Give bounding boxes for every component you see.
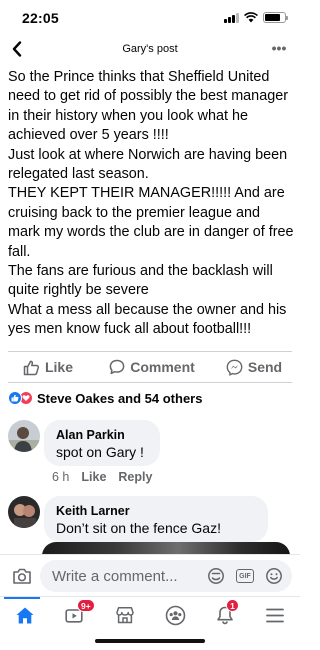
bottom-tab-bar: 9+ 1 xyxy=(0,596,300,650)
send-label: Send xyxy=(247,359,283,375)
comment-bubble: Keith Larner Don’t sit on the fence Gaz! xyxy=(44,496,268,542)
comment-button[interactable]: Comment xyxy=(96,352,208,382)
like-reaction-icon xyxy=(8,391,22,405)
more-options-icon[interactable]: ••• xyxy=(268,40,290,58)
comment-label: Comment xyxy=(130,359,195,375)
home-icon xyxy=(16,607,34,623)
groups-icon xyxy=(165,605,185,625)
avatar[interactable] xyxy=(8,496,40,528)
tab-home[interactable] xyxy=(0,597,50,633)
comment-icon xyxy=(109,359,125,375)
post-paragraph: What a mess all because the owner and hi… xyxy=(8,301,287,338)
like-button[interactable]: Like xyxy=(0,352,96,382)
comment-meta: 6 h Like Reply xyxy=(52,470,152,484)
gif-icon[interactable]: GIF xyxy=(235,566,255,586)
divider xyxy=(8,382,292,383)
messenger-icon xyxy=(226,359,243,376)
post-text: So the Prince thinks that Sheffield Unit… xyxy=(8,68,294,340)
emoji-icon[interactable] xyxy=(264,566,284,586)
comment-reply-link[interactable]: Reply xyxy=(118,470,152,484)
home-indicator xyxy=(95,639,205,643)
watch-badge: 9+ xyxy=(77,599,95,612)
status-icons xyxy=(224,12,288,23)
marketplace-icon xyxy=(116,607,134,624)
battery-icon xyxy=(263,12,288,23)
status-bar: 22:05 xyxy=(0,0,300,34)
comment-author[interactable]: Alan Parkin xyxy=(56,427,148,443)
comment-like-link[interactable]: Like xyxy=(81,470,106,484)
menu-icon xyxy=(266,608,284,622)
signal-icon xyxy=(224,12,239,23)
tab-menu[interactable] xyxy=(250,597,300,633)
tab-notifications[interactable]: 1 xyxy=(200,597,250,633)
nav-header: Gary's post ••• xyxy=(0,34,300,66)
comment-time: 6 h xyxy=(52,470,70,484)
comment-text: Don’t sit on the fence Gaz! xyxy=(56,520,221,536)
post-paragraph: Just look at where Norwich are having be… xyxy=(8,146,288,183)
post-paragraph: The fans are furious and the backlash wi… xyxy=(8,263,273,299)
camera-icon[interactable] xyxy=(10,564,34,588)
page-title: Gary's post xyxy=(122,43,178,55)
active-tab-indicator xyxy=(4,597,40,599)
post-paragraph: So the Prince thinks that Sheffield Unit… xyxy=(8,69,288,144)
wifi-icon xyxy=(244,12,258,23)
send-button[interactable]: Send xyxy=(208,352,300,382)
comment-bubble: Alan Parkin spot on Gary ! xyxy=(44,420,160,466)
post-paragraph: THEY KEPT THEIR MANAGER!!!!! And are cru… xyxy=(8,185,294,260)
avatar-sticker-icon[interactable] xyxy=(206,566,226,586)
reactions-text: Steve Oakes and 54 others xyxy=(37,390,203,406)
notifications-badge: 1 xyxy=(226,599,239,612)
tab-marketplace[interactable] xyxy=(100,597,150,633)
comment-author[interactable]: Keith Larner xyxy=(56,503,256,519)
comment-text: spot on Gary ! xyxy=(56,444,144,460)
reactions-summary[interactable]: Steve Oakes and 54 others xyxy=(8,389,202,407)
comment-placeholder: Write a comment... xyxy=(52,568,178,585)
status-time: 22:05 xyxy=(22,10,59,26)
post-actions: Like Comment Send xyxy=(0,352,300,382)
tab-groups[interactable] xyxy=(150,597,200,633)
avatar[interactable] xyxy=(8,420,40,452)
tab-watch[interactable]: 9+ xyxy=(50,597,100,633)
comment-composer: Write a comment... GIF xyxy=(0,554,300,596)
comment-input[interactable]: Write a comment... GIF xyxy=(40,560,292,592)
like-label: Like xyxy=(44,359,73,375)
thumbs-up-icon xyxy=(23,360,40,375)
